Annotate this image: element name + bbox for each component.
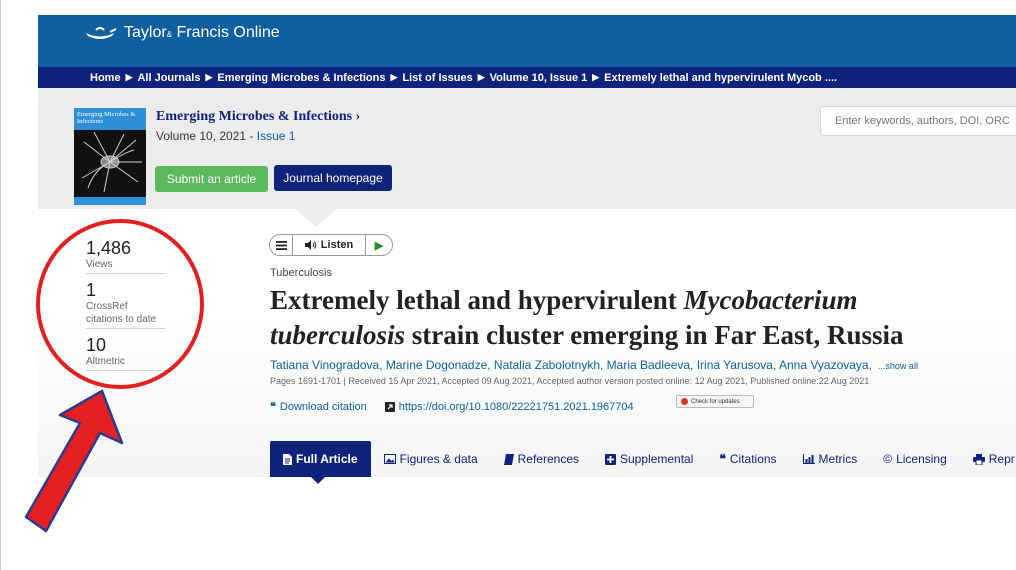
print-icon: [972, 453, 985, 465]
breadcrumb-home[interactable]: Home: [90, 72, 121, 84]
citation-row: ❝ Download citation https://doi.org/10.1…: [270, 400, 634, 414]
check-updates-label: Check for updates: [691, 398, 740, 405]
tab-label: Citations: [729, 452, 777, 466]
volume-text: Volume 10, 2021 -: [156, 129, 257, 143]
listen-button[interactable]: Listen: [293, 235, 366, 255]
tab-supplemental[interactable]: Supplemental: [592, 441, 706, 477]
show-all-authors-link[interactable]: ...show all: [878, 361, 918, 371]
logo-text-main: Taylor: [124, 24, 167, 41]
book-icon: [503, 453, 514, 465]
logo-text-rest: Francis Online: [176, 24, 280, 41]
tab-reprints[interactable]: Repr: [960, 441, 1016, 477]
triangle-right-icon: ▶: [390, 72, 398, 82]
title-italic-1: Mycobacterium: [683, 285, 858, 315]
triangle-right-icon: ▶: [477, 72, 485, 82]
quote-icon: ❝: [270, 401, 276, 413]
title-text-1: Extremely lethal and hypervirulent: [270, 285, 684, 315]
tab-label: Supplemental: [620, 452, 694, 466]
cover-title: Emerging Microbes & Infections: [74, 108, 146, 130]
tab-label: Full Article: [296, 452, 358, 466]
journal-volume: Volume 10, 2021 - Issue 1: [156, 129, 295, 143]
doi-link[interactable]: https://doi.org/10.1080/22221751.2021.19…: [399, 401, 634, 413]
tab-label: Licensing: [896, 452, 947, 466]
tab-label: Repr: [988, 452, 1015, 466]
tab-label: References: [517, 452, 579, 466]
triangle-right-icon: ▶: [125, 72, 133, 82]
tab-licensing[interactable]: © Licensing: [870, 441, 960, 477]
journal-homepage-button[interactable]: Journal homepage: [274, 165, 392, 191]
speaker-icon: [304, 240, 317, 250]
copyright-icon: ©: [883, 452, 893, 466]
article-subject: Tuberculosis: [270, 267, 332, 279]
breadcrumb-journal[interactable]: Emerging Microbes & Infections: [217, 72, 385, 84]
tab-figures-data[interactable]: Figures & data: [371, 441, 491, 477]
authors-text[interactable]: Tatiana Vinogradova, Marine Dogonadze, N…: [270, 358, 872, 372]
breadcrumb-article: Extremely lethal and hypervirulent Mycob…: [604, 71, 838, 84]
breadcrumb-issues[interactable]: List of Issues: [402, 72, 472, 84]
article-tabs: Full Article Figures & data References S…: [270, 441, 1016, 477]
journal-title[interactable]: Emerging Microbes & Infections ›: [156, 109, 360, 125]
band-pointer: [296, 209, 336, 227]
publication-info: Pages 1691-1701 | Received 15 Apr 2021, …: [270, 376, 870, 386]
title-italic-2: tuberculosis: [270, 320, 406, 350]
cover-footer: [74, 197, 146, 205]
check-for-updates-badge[interactable]: Check for updates: [676, 395, 754, 408]
image-icon: [383, 454, 396, 464]
active-tab-pointer: [311, 477, 325, 484]
menu-icon[interactable]: [270, 235, 293, 255]
bar-chart-icon: [802, 454, 815, 464]
article-title: Extremely lethal and hypervirulent Mycob…: [270, 283, 1016, 353]
annotation-arrow-icon: [24, 389, 124, 533]
tab-label: Metrics: [818, 452, 858, 466]
triangle-right-icon: ▶: [592, 72, 600, 82]
play-icon[interactable]: ▶: [366, 239, 392, 252]
issue-link[interactable]: Issue 1: [257, 129, 296, 143]
submit-article-button[interactable]: Submit an article: [155, 166, 268, 192]
download-citation-link[interactable]: Download citation: [280, 401, 367, 413]
microbe-image: [81, 131, 142, 193]
tab-label: Figures & data: [399, 452, 478, 466]
frame-border: [0, 0, 1, 570]
breadcrumb-all-journals[interactable]: All Journals: [137, 72, 200, 84]
breadcrumb-volume[interactable]: Volume 10, Issue 1: [490, 72, 588, 84]
logo-ampersand: &: [166, 30, 173, 39]
listen-widget: Listen ▶: [269, 234, 393, 256]
breadcrumb: Home ▶ All Journals ▶ Emerging Microbes & …: [38, 67, 1016, 88]
search-input[interactable]: [820, 106, 1016, 136]
site-logo[interactable]: Taylor& Francis Online: [82, 24, 280, 42]
plus-box-icon: [605, 453, 616, 465]
journal-cover[interactable]: Emerging Microbes & Infections: [74, 108, 146, 205]
quote-icon: ❝: [719, 452, 726, 466]
author-list[interactable]: Tatiana Vinogradova, Marine Dogonadze, N…: [270, 358, 918, 372]
listen-label: Listen: [320, 239, 354, 251]
tab-references[interactable]: References: [491, 441, 592, 477]
tab-full-article[interactable]: Full Article: [270, 441, 371, 477]
triangle-right-icon: ▶: [205, 72, 213, 82]
document-icon: [283, 453, 292, 465]
external-link-icon: [384, 401, 395, 412]
title-text-2: strain cluster emerging in Far East, Rus…: [405, 320, 904, 350]
tab-citations[interactable]: ❝ Citations: [706, 441, 789, 477]
annotation-circle: [36, 219, 204, 389]
lamp-icon: [86, 27, 117, 39]
crossmark-icon: [681, 398, 688, 405]
tab-metrics[interactable]: Metrics: [790, 441, 871, 477]
